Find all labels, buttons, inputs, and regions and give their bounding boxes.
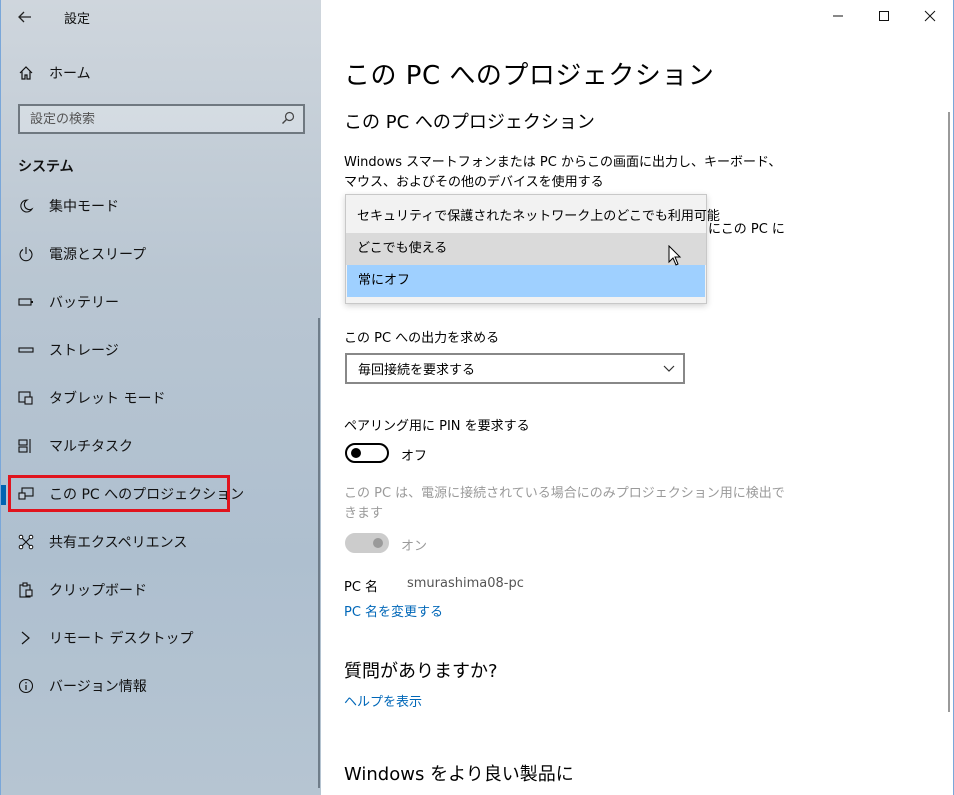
tablet-mode-icon xyxy=(18,390,34,406)
dropdown-option-available-everywhere[interactable]: どこでも使える xyxy=(346,233,706,265)
power-only-label: この PC は、電源に接続されている場合にのみプロジェクション用に検出できます xyxy=(344,486,785,521)
main-scrollbar[interactable] xyxy=(948,112,950,712)
question-heading: 質問がありますか? xyxy=(344,661,498,682)
storage-icon xyxy=(18,342,34,358)
pin-label: ペアリング用に PIN を要求する xyxy=(344,419,530,434)
section-heading: この PC へのプロジェクション xyxy=(344,112,595,133)
app-title: 設定 xyxy=(64,12,91,27)
projection-icon xyxy=(18,486,34,502)
dropdown-option-always-off[interactable]: 常にオフ xyxy=(347,265,705,297)
rename-pc-link[interactable]: PC 名を変更する xyxy=(344,601,443,620)
section-title: システム xyxy=(18,159,74,175)
toggle-knob xyxy=(373,538,383,548)
sidebar-item-multitasking[interactable]: マルチタスク xyxy=(1,422,322,470)
sidebar-scrollbar[interactable] xyxy=(318,318,320,788)
search-input[interactable] xyxy=(30,111,270,127)
close-button[interactable] xyxy=(907,0,953,32)
pin-toggle-state: オフ xyxy=(401,449,428,464)
maximize-icon xyxy=(879,11,889,21)
sidebar-nav: 集中モード 電源とスリープ バッテリー ストレージ タブレット モード マルチタ… xyxy=(1,182,322,710)
sidebar-item-clipboard[interactable]: クリップボード xyxy=(1,566,322,614)
pc-name-label: PC 名 xyxy=(344,580,379,595)
sidebar-item-label: バージョン情報 xyxy=(49,679,147,695)
chevron-down-icon xyxy=(663,365,675,372)
page-title: この PC へのプロジェクション xyxy=(344,61,715,91)
sidebar-item-label: ストレージ xyxy=(49,343,119,359)
power-only-toggle xyxy=(345,533,389,553)
availability-dropdown-list[interactable]: セキュリティで保護されたネットワーク上のどこでも利用可能 どこでも使える 常にオ… xyxy=(345,194,720,304)
sidebar-item-home[interactable]: ホーム xyxy=(18,62,91,84)
battery-icon xyxy=(18,294,34,310)
sidebar-item-label: バッテリー xyxy=(49,295,119,311)
sidebar-item-label: 集中モード xyxy=(49,199,119,215)
shared-experience-icon xyxy=(18,534,34,550)
search-box[interactable] xyxy=(18,104,305,134)
sidebar-item-remote-desktop[interactable]: リモート デスクトップ xyxy=(1,614,322,662)
sidebar-item-battery[interactable]: バッテリー xyxy=(1,278,322,326)
active-indicator xyxy=(1,485,6,505)
maximize-button[interactable] xyxy=(861,0,907,32)
moon-icon xyxy=(18,198,34,214)
info-icon xyxy=(18,678,34,694)
back-arrow-icon xyxy=(18,11,31,23)
sidebar-item-label: タブレット モード xyxy=(49,391,166,407)
sidebar-item-shared-experiences[interactable]: 共有エクスペリエンス xyxy=(1,518,322,566)
sidebar-item-label: リモート デスクトップ xyxy=(49,631,194,647)
clipboard-icon xyxy=(18,582,34,598)
dropdown-option-secure-network[interactable]: セキュリティで保護されたネットワーク上のどこでも利用可能 xyxy=(346,201,720,233)
sidebar-item-tablet-mode[interactable]: タブレット モード xyxy=(1,374,322,422)
power-only-toggle-state: オン xyxy=(401,539,428,554)
sidebar-item-label: この PC へのプロジェクション xyxy=(49,487,245,503)
main-pane: この PC へのプロジェクション この PC へのプロジェクション Window… xyxy=(321,0,954,795)
projection-description: Windows スマートフォンまたは PC からこの画面に出力し、キーボード、マ… xyxy=(344,155,782,190)
power-icon xyxy=(18,246,34,262)
pin-toggle[interactable] xyxy=(345,443,389,463)
help-link[interactable]: ヘルプを表示 xyxy=(344,691,422,710)
feedback-heading: Windows をより良い製品に xyxy=(344,764,574,785)
pc-name-value: smurashima08-pc xyxy=(407,576,524,591)
remote-desktop-icon xyxy=(18,630,34,646)
home-label: ホーム xyxy=(49,66,91,82)
sidebar-item-label: 共有エクスペリエンス xyxy=(49,535,188,551)
sidebar-item-label: 電源とスリープ xyxy=(49,247,147,263)
sidebar-item-storage[interactable]: ストレージ xyxy=(1,326,322,374)
sidebar-item-about[interactable]: バージョン情報 xyxy=(1,662,322,710)
minimize-icon xyxy=(833,15,843,17)
sidebar-item-power-sleep[interactable]: 電源とスリープ xyxy=(1,230,322,278)
sidebar-item-label: クリップボード xyxy=(49,583,147,599)
sidebar-item-projecting[interactable]: この PC へのプロジェクション xyxy=(1,470,322,518)
toggle-knob xyxy=(351,448,361,458)
sidebar: 設定 ホーム システム 集中モード 電源とスリープ バッテリー ストレージ xyxy=(0,0,321,795)
ask-label: この PC への出力を求める xyxy=(344,331,500,346)
ask-dropdown-value: 毎回接続を要求する xyxy=(358,363,476,378)
back-button[interactable] xyxy=(11,4,39,30)
sidebar-item-label: マルチタスク xyxy=(49,439,133,455)
ask-dropdown[interactable]: 毎回接続を要求する xyxy=(345,353,685,384)
close-icon xyxy=(924,10,936,22)
sidebar-item-focus-assist[interactable]: 集中モード xyxy=(1,182,322,230)
mouse-cursor-icon xyxy=(668,245,682,266)
search-icon[interactable] xyxy=(281,111,295,125)
home-icon xyxy=(18,65,34,81)
minimize-button[interactable] xyxy=(815,0,861,32)
multitask-icon xyxy=(18,438,34,454)
